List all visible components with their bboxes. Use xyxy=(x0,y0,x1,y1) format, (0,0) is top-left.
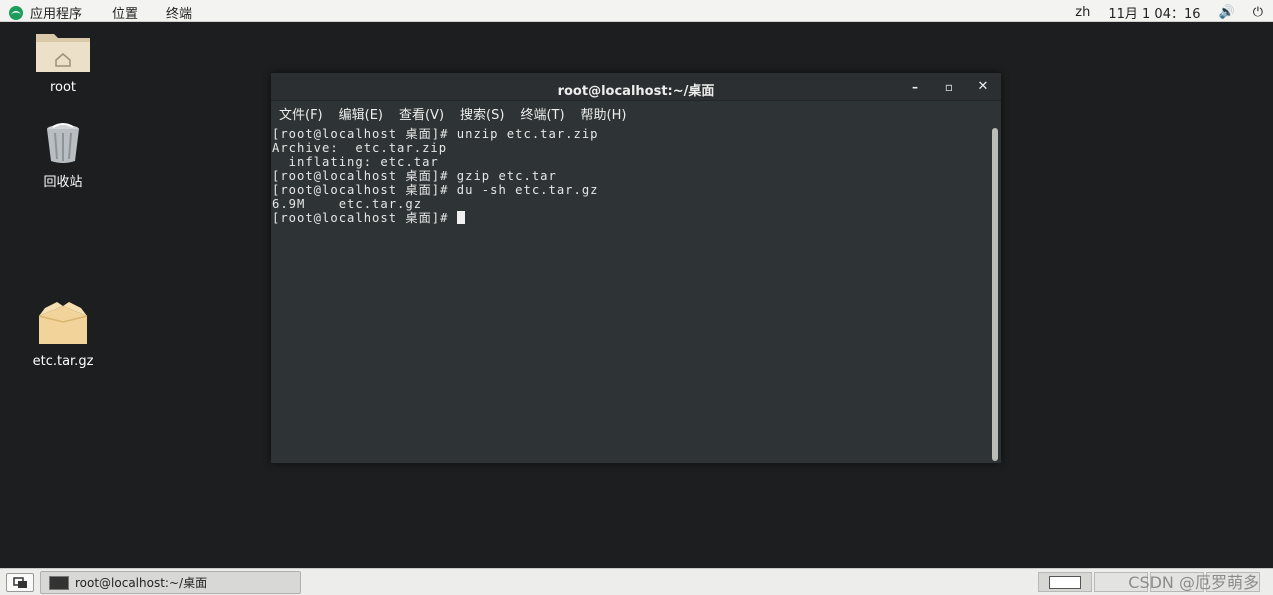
home-folder-icon xyxy=(36,34,90,72)
watermark: CSDN @厄罗萌多 xyxy=(1128,573,1259,592)
applications-menu[interactable]: 应用程序 xyxy=(8,3,82,22)
places-label: 位置 xyxy=(112,7,139,22)
menu-help[interactable]: 帮助(H) xyxy=(581,104,627,123)
text-cursor xyxy=(456,211,465,224)
applications-label: 应用程序 xyxy=(30,7,83,22)
menu-file[interactable]: 文件(F) xyxy=(279,104,323,123)
volume-icon[interactable]: 🔊 xyxy=(1219,5,1235,20)
terminal-output[interactable]: [root@localhost 桌面]# unzip etc.tar.zip Ar… xyxy=(271,126,1001,463)
power-icon[interactable]: ⏻ xyxy=(1253,5,1263,20)
desktop-icon-label: 回收站 xyxy=(43,175,83,190)
terminal-menu-label: 终端 xyxy=(166,7,193,22)
terminal-app-menu[interactable]: 终端 xyxy=(166,3,192,22)
terminal-line: [root@localhost 桌面]# unzip etc.tar.zip xyxy=(272,127,599,141)
taskbar-window-label: root@localhost:~/桌面 xyxy=(75,576,208,590)
menu-terminal[interactable]: 终端(T) xyxy=(520,104,564,123)
terminal-scrollbar[interactable] xyxy=(992,128,998,461)
close-icon[interactable]: ✕ xyxy=(975,79,991,95)
terminal-line: [root@localhost 桌面]# gzip etc.tar xyxy=(272,169,557,183)
show-desktop-button[interactable] xyxy=(6,573,34,592)
terminal-line: Archive: etc.tar.zip xyxy=(272,141,448,155)
terminal-icon xyxy=(49,575,69,590)
terminal-prompt: [root@localhost 桌面]# xyxy=(272,211,457,225)
menu-search[interactable]: 搜索(S) xyxy=(460,104,504,123)
status-area: zh 11月 1 04：16 🔊 ⏻ xyxy=(1057,3,1263,22)
menu-edit[interactable]: 编辑(E) xyxy=(339,104,383,123)
desktop-icon-archive[interactable]: etc.tar.gz xyxy=(28,300,98,369)
desktop-icon-trash[interactable]: 回收站 xyxy=(28,121,98,190)
terminal-menubar: 文件(F) 编辑(E) 查看(V) 搜索(S) 终端(T) 帮助(H) xyxy=(271,101,1001,126)
desktop-icon-root-folder[interactable]: root xyxy=(28,30,98,95)
taskbar-window-terminal[interactable]: root@localhost:~/桌面 xyxy=(40,571,301,594)
minimize-icon[interactable]: – xyxy=(907,79,923,95)
window-title: root@localhost:~/桌面 xyxy=(557,84,715,99)
places-menu[interactable]: 位置 xyxy=(112,3,138,22)
workspace-window-thumb xyxy=(1049,576,1081,589)
terminal-line: inflating: etc.tar xyxy=(272,155,439,169)
desktop-icon-label: root xyxy=(49,80,77,95)
window-titlebar[interactable]: root@localhost:~/桌面 – ▫ ✕ xyxy=(271,73,1001,101)
workspace-1[interactable] xyxy=(1038,572,1092,592)
archive-box-icon xyxy=(38,302,88,344)
clock[interactable]: 11月 1 04：16 xyxy=(1108,3,1200,22)
show-desktop-icon xyxy=(13,577,27,588)
terminal-line: 6.9M etc.tar.gz xyxy=(272,197,423,211)
maximize-icon[interactable]: ▫ xyxy=(941,79,957,95)
trash-icon xyxy=(47,123,79,163)
top-panel: 应用程序 位置 终端 zh 11月 1 04：16 🔊 ⏻ xyxy=(0,0,1273,22)
menu-view[interactable]: 查看(V) xyxy=(399,104,444,123)
bottom-panel: root@localhost:~/桌面 xyxy=(0,568,1273,595)
terminal-line: [root@localhost 桌面]# du -sh etc.tar.gz xyxy=(272,183,599,197)
desktop-icon-label: etc.tar.gz xyxy=(32,354,94,369)
input-language-indicator[interactable]: zh xyxy=(1075,5,1090,20)
terminal-window[interactable]: root@localhost:~/桌面 – ▫ ✕ 文件(F) 编辑(E) 查看… xyxy=(271,73,1001,463)
terminal-prompt-line: [root@localhost 桌面]# xyxy=(272,211,1000,225)
distro-logo-icon xyxy=(9,5,23,20)
